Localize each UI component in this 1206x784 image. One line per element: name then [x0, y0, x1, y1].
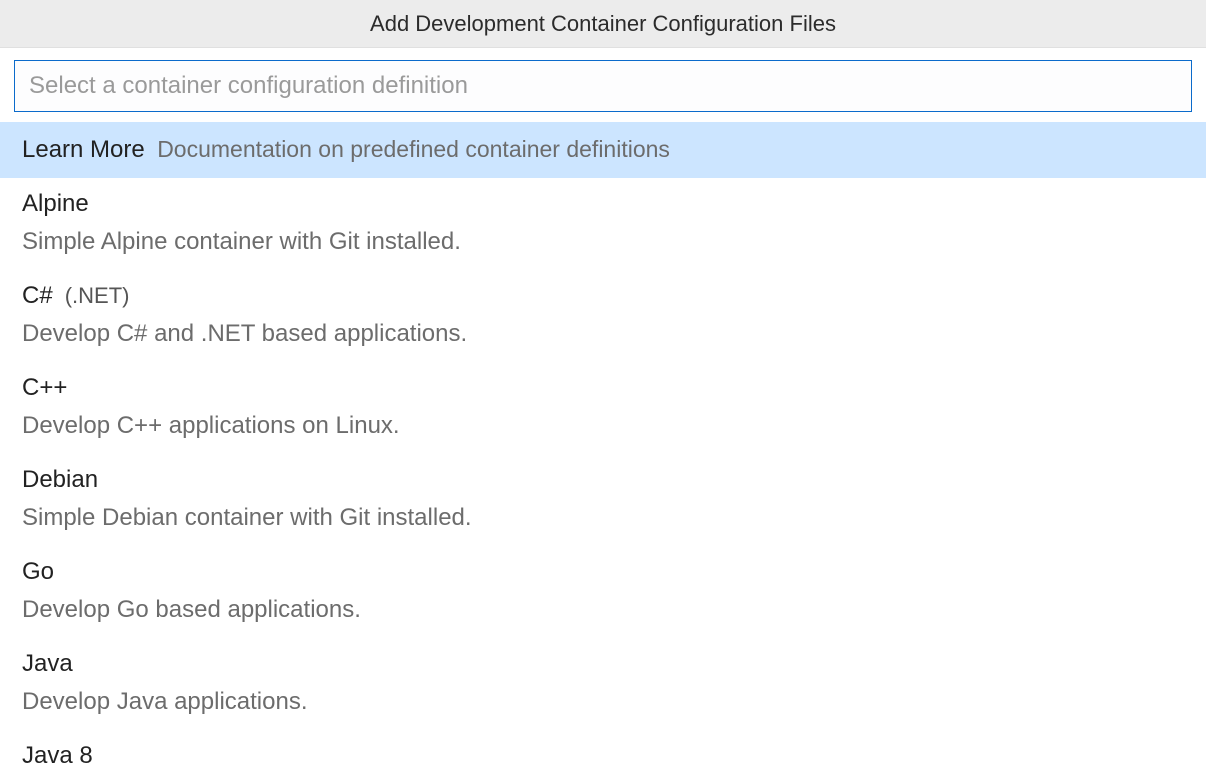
list-item-csharp[interactable]: C# (.NET) Develop C# and .NET based appl… — [0, 270, 1206, 362]
list-item-title: Java — [22, 646, 73, 682]
list-item-title: Alpine — [22, 186, 89, 222]
list-item-java8[interactable]: Java 8 — [0, 730, 1206, 784]
list-item-suffix: (.NET) — [65, 283, 130, 309]
list-item-title: Learn More — [22, 136, 145, 163]
search-input[interactable] — [14, 60, 1192, 112]
list-item-debian[interactable]: Debian Simple Debian container with Git … — [0, 454, 1206, 546]
options-list: Learn More Documentation on predefined c… — [0, 122, 1206, 784]
list-item-alpine[interactable]: Alpine Simple Alpine container with Git … — [0, 178, 1206, 270]
list-item-title: C++ — [22, 370, 67, 406]
list-item-desc: Simple Alpine container with Git install… — [22, 224, 1184, 260]
list-item-desc: Develop Java applications. — [22, 684, 1184, 720]
search-wrapper — [0, 48, 1206, 122]
dialog-header: Add Development Container Configuration … — [0, 0, 1206, 48]
dialog-title: Add Development Container Configuration … — [370, 11, 836, 37]
list-item-title: Debian — [22, 462, 98, 498]
list-item-go[interactable]: Go Develop Go based applications. — [0, 546, 1206, 638]
list-item-desc: Develop C++ applications on Linux. — [22, 408, 1184, 444]
list-item-cpp[interactable]: C++ Develop C++ applications on Linux. — [0, 362, 1206, 454]
list-item-learn-more[interactable]: Learn More Documentation on predefined c… — [0, 122, 1206, 178]
list-item-desc: Simple Debian container with Git install… — [22, 500, 1184, 536]
list-item-title: C# — [22, 278, 53, 314]
list-item-title: Go — [22, 554, 54, 590]
list-item-desc: Develop C# and .NET based applications. — [22, 316, 1184, 352]
list-item-java[interactable]: Java Develop Java applications. — [0, 638, 1206, 730]
list-item-desc: Documentation on predefined container de… — [157, 136, 670, 162]
list-item-title: Java 8 — [22, 738, 93, 774]
list-item-desc: Develop Go based applications. — [22, 592, 1184, 628]
